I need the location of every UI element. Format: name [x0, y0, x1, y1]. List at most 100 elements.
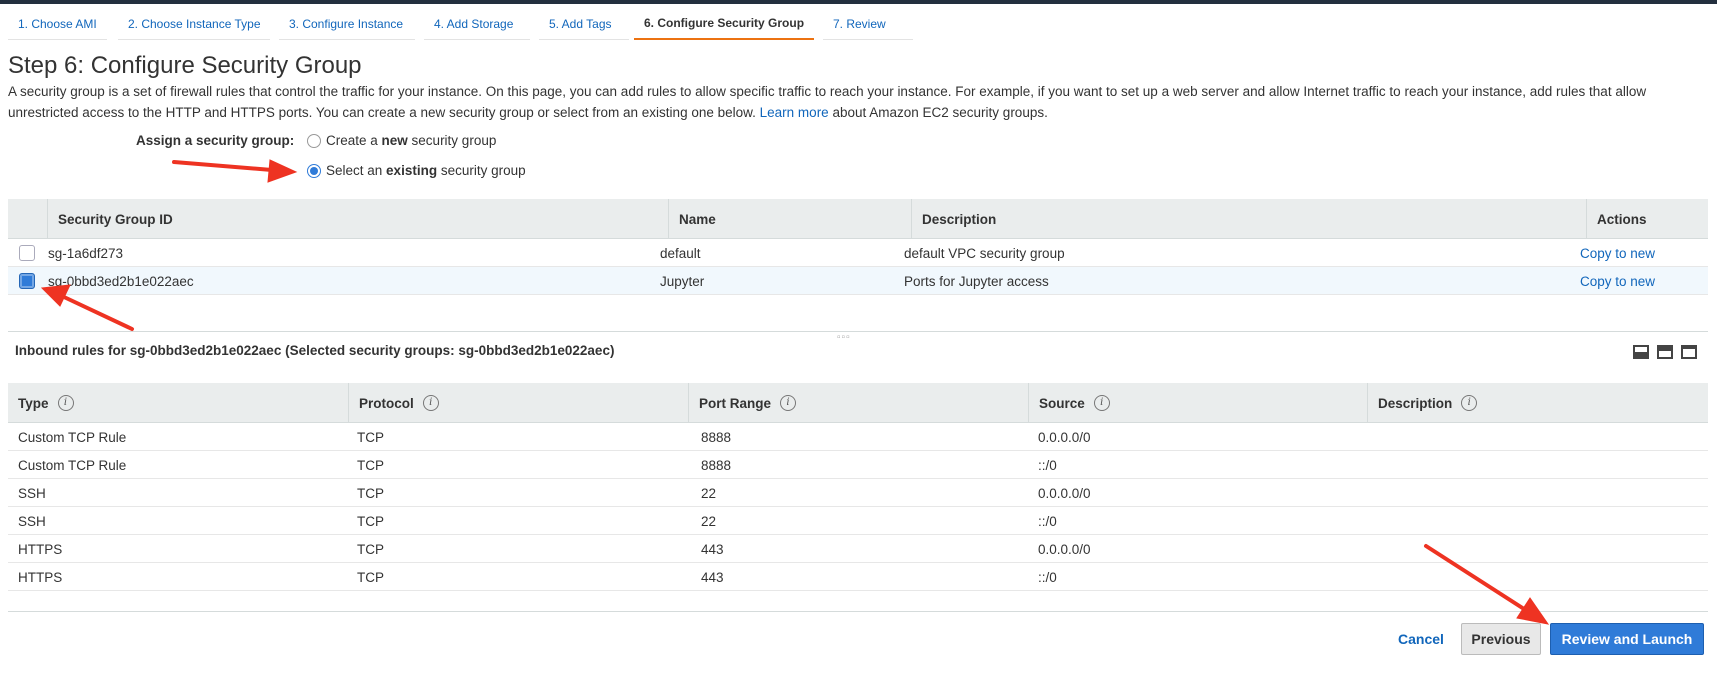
- inbound-rules-table: Type i Protocol i Port Range i Source i Desc…: [8, 383, 1708, 593]
- page-intro: A security group is a set of firewall ru…: [8, 81, 1708, 123]
- sg-id-cell: sg-0bbd3ed2b1e022aec: [48, 273, 194, 289]
- column-header-sg-id[interactable]: Security Group ID: [47, 199, 668, 239]
- sg-name-cell: default: [660, 245, 701, 261]
- row-checkbox-checked[interactable]: [19, 273, 35, 289]
- previous-button[interactable]: Previous: [1461, 623, 1541, 655]
- rule-source-cell: 0.0.0.0/0: [1038, 541, 1091, 557]
- rule-type-cell: HTTPS: [18, 569, 63, 585]
- table-row: SSH TCP 22 ::/0: [8, 507, 1708, 535]
- copy-to-new-link[interactable]: Copy to new: [1580, 267, 1655, 295]
- rule-protocol-cell: TCP: [357, 429, 384, 445]
- info-icon[interactable]: i: [1461, 395, 1478, 411]
- radio-label-prefix: Create a: [326, 133, 382, 148]
- layout-top-icon[interactable]: [1681, 345, 1697, 359]
- info-icon[interactable]: i: [57, 395, 74, 411]
- column-header-protocol: Protocol i: [348, 383, 688, 423]
- column-header-description[interactable]: Description: [911, 199, 1586, 239]
- arrow-to-checkbox: [62, 295, 134, 331]
- rule-protocol-cell: TCP: [357, 513, 384, 529]
- arrow-to-existing-radio: [172, 160, 274, 172]
- radio-select-existing[interactable]: Select an existing security group: [307, 163, 526, 178]
- radio-label-suffix: security group: [407, 133, 497, 148]
- radio-create-new[interactable]: Create a new security group: [307, 133, 496, 148]
- rule-type-cell: SSH: [18, 485, 46, 501]
- radio-label-bold: new: [381, 133, 408, 148]
- rule-protocol-cell: TCP: [357, 541, 384, 557]
- intro-suffix: about Amazon EC2 security groups.: [832, 105, 1048, 120]
- learn-more-link[interactable]: Learn more: [760, 105, 829, 120]
- tab-choose-ami[interactable]: 1. Choose AMI: [8, 8, 107, 40]
- rule-source-cell: 0.0.0.0/0: [1038, 485, 1091, 501]
- top-bar: [0, 0, 1717, 4]
- column-header-source: Source i: [1028, 383, 1367, 423]
- column-header-port-range: Port Range i: [688, 383, 1028, 423]
- radio-label-prefix: Select an: [326, 163, 387, 178]
- rule-protocol-cell: TCP: [357, 569, 384, 585]
- rule-type-cell: HTTPS: [18, 541, 63, 557]
- rule-port-cell: 8888: [701, 429, 732, 445]
- table-row[interactable]: sg-0bbd3ed2b1e022aec Jupyter Ports for J…: [8, 267, 1708, 295]
- rule-source-cell: 0.0.0.0/0: [1038, 429, 1091, 445]
- rule-port-cell: 22: [701, 513, 717, 529]
- tab-choose-instance-type[interactable]: 2. Choose Instance Type: [118, 8, 270, 40]
- tab-review[interactable]: 7. Review: [823, 8, 913, 40]
- column-header-actions: Actions: [1586, 199, 1708, 239]
- page-title: Step 6: Configure Security Group: [8, 52, 362, 79]
- header-label: Type: [18, 395, 49, 411]
- rule-type-cell: Custom TCP Rule: [18, 457, 127, 473]
- layout-split-icon[interactable]: [1657, 345, 1673, 359]
- copy-to-new-link[interactable]: Copy to new: [1580, 239, 1655, 267]
- pane-divider[interactable]: [8, 331, 1708, 332]
- radio-label-bold: existing: [386, 163, 438, 178]
- review-and-launch-button[interactable]: Review and Launch: [1550, 623, 1704, 655]
- ec2-launch-wizard: 1. Choose AMI 2. Choose Instance Type 3.…: [0, 0, 1717, 678]
- rule-type-cell: SSH: [18, 513, 46, 529]
- table-row: HTTPS TCP 443 ::/0: [8, 563, 1708, 591]
- rule-protocol-cell: TCP: [357, 457, 384, 473]
- pane-layout-icons: [1633, 345, 1703, 359]
- radio-label-suffix: security group: [437, 163, 526, 178]
- rule-port-cell: 443: [701, 541, 724, 557]
- table-row: HTTPS TCP 443 0.0.0.0/0: [8, 535, 1708, 563]
- rule-source-cell: ::/0: [1038, 569, 1057, 585]
- table-row: SSH TCP 22 0.0.0.0/0: [8, 479, 1708, 507]
- rule-port-cell: 22: [701, 485, 717, 501]
- radio-button[interactable]: [307, 133, 321, 148]
- rule-protocol-cell: TCP: [357, 485, 384, 501]
- arrow-head: [267, 159, 298, 183]
- radio-button-checked[interactable]: [307, 163, 321, 178]
- table-header: Security Group ID Name Description Actio…: [8, 199, 1708, 239]
- rule-source-cell: ::/0: [1038, 513, 1057, 529]
- cancel-button[interactable]: Cancel: [1391, 623, 1451, 655]
- layout-bottom-icon[interactable]: [1633, 345, 1649, 359]
- rule-port-cell: 443: [701, 569, 724, 585]
- row-checkbox[interactable]: [19, 245, 35, 261]
- column-header-description: Description i: [1367, 383, 1708, 423]
- info-icon[interactable]: i: [1093, 395, 1110, 411]
- rule-port-cell: 8888: [701, 457, 732, 473]
- header-label: Protocol: [359, 395, 414, 411]
- sg-id-cell: sg-1a6df273: [48, 245, 124, 261]
- sg-name-cell: Jupyter: [660, 273, 705, 289]
- radio-label-existing: Select an existing security group: [326, 163, 526, 178]
- tab-configure-instance[interactable]: 3. Configure Instance: [279, 8, 415, 40]
- rule-source-cell: ::/0: [1038, 457, 1057, 473]
- table-row: Custom TCP Rule TCP 8888 ::/0: [8, 451, 1708, 479]
- footer-divider: [8, 611, 1708, 612]
- resize-grip-icon[interactable]: ▫▫▫: [837, 332, 851, 343]
- info-icon[interactable]: i: [422, 395, 439, 411]
- tab-add-tags[interactable]: 5. Add Tags: [539, 8, 629, 40]
- rule-type-cell: Custom TCP Rule: [18, 429, 127, 445]
- tab-configure-security-group[interactable]: 6. Configure Security Group: [634, 8, 814, 40]
- sg-description-cell: Ports for Jupyter access: [904, 273, 1049, 289]
- info-icon[interactable]: i: [780, 395, 797, 411]
- table-row[interactable]: sg-1a6df273 default default VPC security…: [8, 239, 1708, 267]
- table-header: Type i Protocol i Port Range i Source i Desc…: [8, 383, 1708, 423]
- table-row: Custom TCP Rule TCP 8888 0.0.0.0/0: [8, 423, 1708, 451]
- tab-add-storage[interactable]: 4. Add Storage: [424, 8, 530, 40]
- header-label: Port Range: [699, 395, 772, 411]
- security-group-table: Security Group ID Name Description Actio…: [8, 199, 1708, 295]
- column-header-name[interactable]: Name: [668, 199, 911, 239]
- header-label: Source: [1039, 395, 1085, 411]
- sg-description-cell: default VPC security group: [904, 245, 1065, 261]
